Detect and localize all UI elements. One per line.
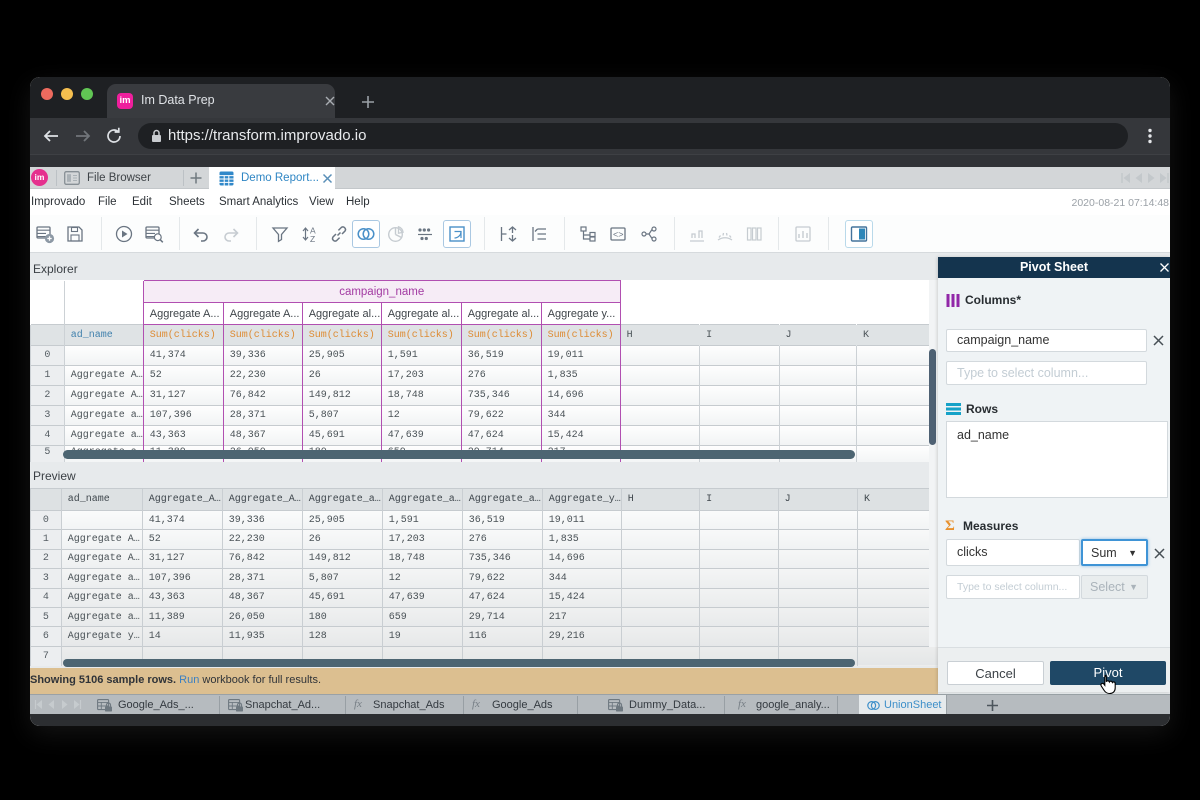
svg-text:Z: Z [310,234,315,244]
svg-text:<>: <> [613,230,624,240]
